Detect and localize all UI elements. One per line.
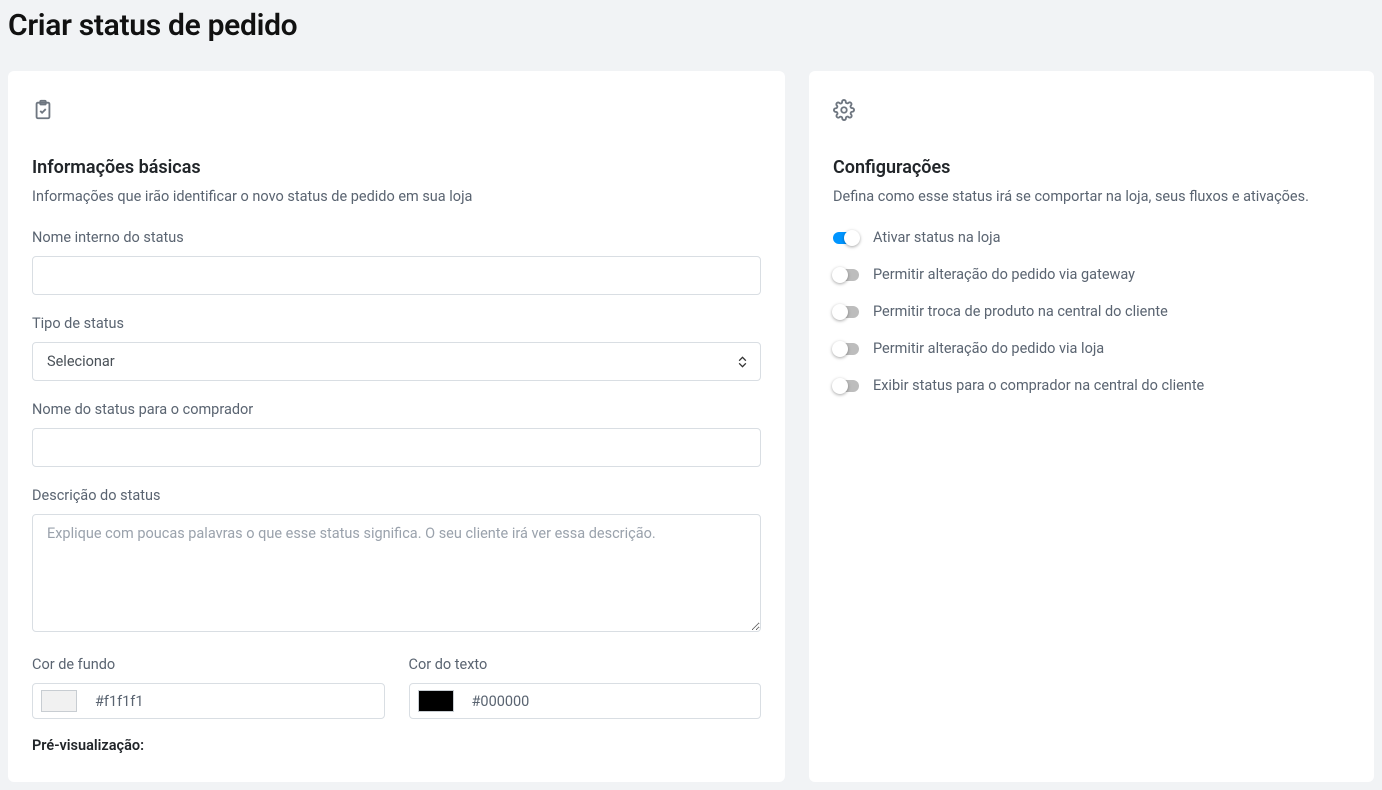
main-layout: Informações básicas Informações que irão…: [8, 71, 1374, 782]
text-color-picker[interactable]: #000000: [409, 683, 762, 719]
page-title: Criar status de pedido: [8, 8, 1374, 43]
gear-icon: [833, 99, 1350, 125]
toggle-switch[interactable]: [833, 232, 859, 244]
text-color-swatch: [418, 690, 454, 712]
toggle-row: Exibir status para o comprador na centra…: [833, 377, 1350, 394]
toggle-switch[interactable]: [833, 380, 859, 392]
clipboard-icon: [32, 99, 761, 125]
bg-color-label: Cor de fundo: [32, 656, 385, 673]
toggle-label: Exibir status para o comprador na centra…: [873, 377, 1204, 394]
toggle-knob: [832, 304, 848, 320]
settings-title: Configurações: [833, 157, 1350, 178]
toggle-knob: [832, 378, 848, 394]
text-color-label: Cor do texto: [409, 656, 762, 673]
toggle-row: Permitir alteração do pedido via loja: [833, 340, 1350, 357]
toggle-knob: [832, 267, 848, 283]
toggle-switch[interactable]: [833, 269, 859, 281]
toggle-label: Permitir troca de produto na central do …: [873, 303, 1168, 320]
toggle-switch[interactable]: [833, 306, 859, 318]
description-label: Descrição do status: [32, 487, 761, 504]
status-type-label: Tipo de status: [32, 315, 761, 332]
bg-color-value: #f1f1f1: [95, 693, 144, 710]
settings-card: Configurações Defina como esse status ir…: [809, 71, 1374, 782]
settings-subtitle: Defina como esse status irá se comportar…: [833, 188, 1350, 205]
buyer-name-input[interactable]: [32, 428, 761, 467]
description-textarea[interactable]: [32, 514, 761, 632]
internal-name-label: Nome interno do status: [32, 229, 761, 246]
toggle-switch[interactable]: [833, 343, 859, 355]
internal-name-input[interactable]: [32, 256, 761, 295]
toggle-knob: [844, 230, 860, 246]
basic-info-subtitle: Informações que irão identificar o novo …: [32, 188, 761, 205]
toggle-label: Permitir alteração do pedido via loja: [873, 340, 1104, 357]
toggle-label: Permitir alteração do pedido via gateway: [873, 266, 1135, 283]
toggle-row: Permitir troca de produto na central do …: [833, 303, 1350, 320]
preview-label: Pré-visualização:: [32, 737, 761, 754]
bg-color-swatch: [41, 690, 77, 712]
basic-info-card: Informações básicas Informações que irão…: [8, 71, 785, 782]
toggle-knob: [832, 341, 848, 357]
buyer-name-label: Nome do status para o comprador: [32, 401, 761, 418]
toggle-label: Ativar status na loja: [873, 229, 1001, 246]
toggle-row: Ativar status na loja: [833, 229, 1350, 246]
status-type-select[interactable]: Selecionar: [32, 342, 761, 381]
basic-info-title: Informações básicas: [32, 157, 761, 178]
settings-toggles: Ativar status na loja Permitir alteração …: [833, 229, 1350, 394]
text-color-value: #000000: [472, 693, 530, 710]
toggle-row: Permitir alteração do pedido via gateway: [833, 266, 1350, 283]
bg-color-picker[interactable]: #f1f1f1: [32, 683, 385, 719]
